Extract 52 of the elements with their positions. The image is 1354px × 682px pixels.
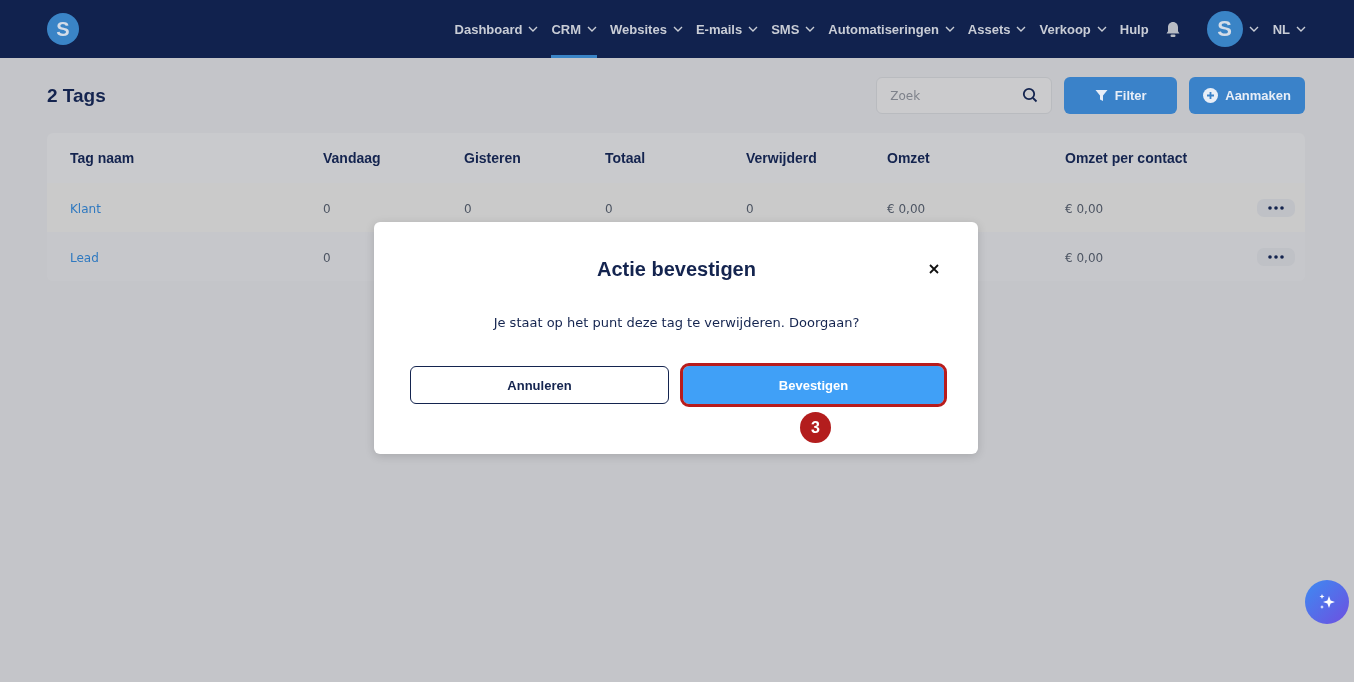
nav-menu-item[interactable]: Hulp [1119, 0, 1149, 58]
nav-menu-item[interactable]: SMS [771, 0, 816, 58]
table-cell: 0 [323, 251, 331, 265]
table-cell: € 0,00 [887, 202, 926, 216]
bell-icon[interactable] [1164, 20, 1181, 38]
table-cell: 0 [746, 202, 754, 216]
chevron-down-icon [528, 26, 539, 32]
chevron-down-icon [587, 26, 598, 32]
table-cell: € 0,00 [1065, 202, 1104, 216]
step-marker: 3 [800, 412, 831, 443]
dialog-title: Actie bevestigen [597, 258, 756, 281]
column-header: Tag naam [69, 150, 136, 166]
nav-menu-item[interactable]: Dashboard [454, 0, 539, 58]
cancel-button[interactable]: Annuleren [410, 366, 669, 404]
funnel-icon [1094, 89, 1108, 102]
table-cell: 0 [323, 202, 331, 216]
nav-menu-item[interactable]: CRM [551, 0, 598, 58]
dialog-message: Je staat op het punt deze tag te verwijderen. Doorgaan? [492, 315, 861, 330]
more-options-button[interactable] [1257, 198, 1295, 217]
search-field[interactable]: Zoek [876, 77, 1053, 114]
plus-circle-icon [1203, 88, 1219, 103]
nav-menu-item[interactable]: E-mails [695, 0, 759, 58]
chevron-down-icon [672, 26, 683, 32]
close-icon [929, 264, 939, 274]
column-header: Gisteren [463, 150, 522, 166]
chevron-down-icon [1096, 26, 1107, 32]
nav-menu-item[interactable]: Verkoop [1039, 0, 1107, 58]
chevron-down-icon [944, 26, 955, 32]
column-header: Omzet [886, 150, 931, 166]
nav-menu-item[interactable]: Websites [610, 0, 683, 58]
nav-menu-item[interactable]: Assets [967, 0, 1027, 58]
sparkle-button[interactable] [1305, 580, 1349, 624]
column-header: Totaal [604, 150, 647, 166]
nav-menu-item[interactable]: Automatiseringen [828, 0, 955, 58]
chevron-down-icon [805, 26, 816, 32]
search-icon [1022, 87, 1039, 103]
table-cell: 0 [464, 202, 472, 216]
column-header: Omzet per contact [1064, 150, 1189, 166]
chevron-down-icon[interactable] [1248, 26, 1259, 32]
column-header: Verwijderd [745, 150, 818, 166]
chevron-down-icon [748, 26, 759, 32]
language-selector[interactable]: NL [1272, 0, 1306, 58]
page-title: 2 Tags [47, 84, 106, 107]
column-header: Vandaag [322, 150, 382, 166]
more-options-button[interactable] [1257, 247, 1295, 266]
more-icon [1268, 205, 1284, 210]
table-cell: 0 [605, 202, 613, 216]
more-icon [1268, 254, 1284, 259]
chevron-down-icon [1016, 26, 1027, 32]
table-cell: € 0,00 [1065, 251, 1104, 265]
close-button[interactable] [927, 262, 941, 276]
chevron-down-icon [1296, 26, 1306, 32]
